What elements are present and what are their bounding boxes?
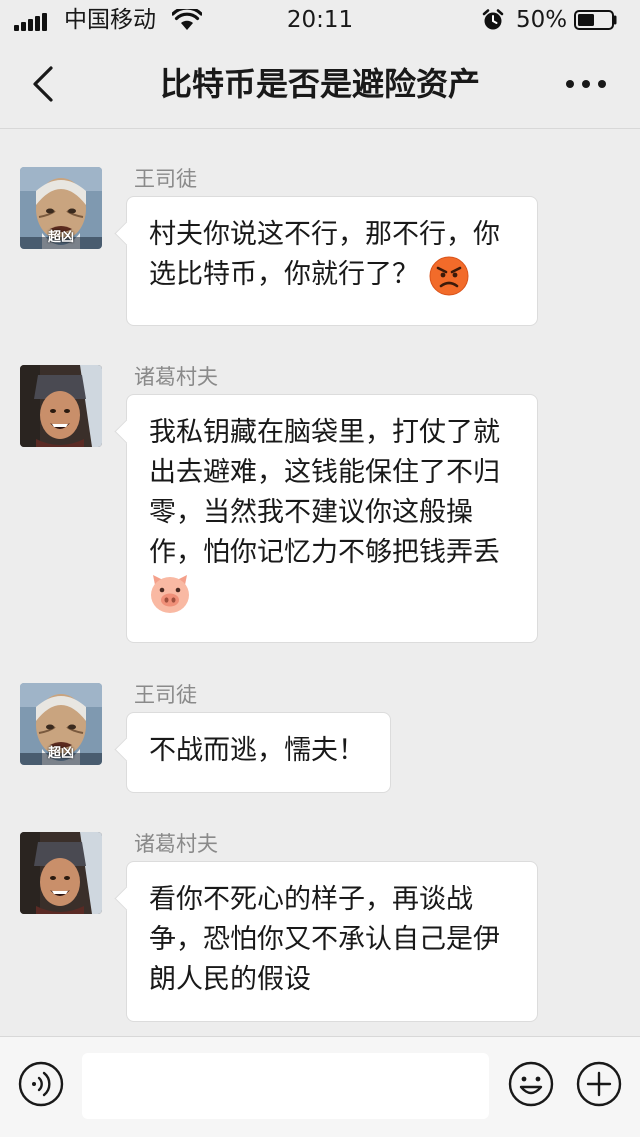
- sender-name: 王司徒: [134, 683, 197, 707]
- chat-message: 超凶 王司徒 村夫你说这不行，那不行，你选比特币，你就行了？: [0, 167, 640, 327]
- message-text: 看你不死心的样子，再谈战争，恐怕你又不承认自己是伊朗人民的假设: [149, 884, 500, 995]
- chat-message: 诸葛村夫 看你不死心的样子，再谈战争，恐怕你又不承认自己是伊朗人民的假设: [0, 832, 640, 1022]
- message-text: 不战而逃，懦夫！: [149, 735, 365, 766]
- more-dots-icon[interactable]: [560, 64, 612, 104]
- avatar-zhuge[interactable]: [20, 832, 102, 914]
- message-bubble[interactable]: 不战而逃，懦夫！: [126, 712, 391, 793]
- sender-name: 诸葛村夫: [134, 832, 218, 856]
- message-bubble[interactable]: 村夫你说这不行，那不行，你选比特币，你就行了？: [126, 196, 538, 326]
- page-title: 比特币是否是避险资产: [159, 65, 480, 103]
- voice-icon[interactable]: [18, 1061, 64, 1107]
- message-bubble[interactable]: 我私钥藏在脑袋里，打仗了就出去避难，这钱能保住了不归零，当然我不建议你这般操作，…: [126, 394, 538, 643]
- avatar-caption: 超凶: [47, 746, 74, 761]
- nav-bar: 比特币是否是避险资产: [0, 40, 640, 129]
- battery-percent: 50%: [516, 7, 568, 33]
- chat-message: 超凶 王司徒 不战而逃，懦夫！: [0, 683, 640, 793]
- sender-name: 王司徒: [134, 167, 197, 191]
- avatar-wang[interactable]: 超凶: [20, 683, 102, 765]
- input-bar: [0, 1036, 640, 1137]
- message-text-content: 我私钥藏在脑袋里，打仗了就出去避难，这钱能保住了不归零，当然我不建议你这般操作，…: [149, 417, 500, 568]
- carrier-label: 中国移动: [64, 7, 156, 33]
- alarm-icon: [482, 9, 504, 30]
- avatar-zhuge[interactable]: [20, 365, 102, 447]
- signal-icon: [14, 13, 48, 31]
- avatar-caption: 超凶: [47, 230, 74, 245]
- chevron-left-icon[interactable]: [20, 62, 64, 106]
- message-list[interactable]: 超凶 王司徒 村夫你说这不行，那不行，你选比特币，你就行了？ 诸葛村夫 我私钥藏…: [0, 129, 640, 1035]
- plus-icon[interactable]: [576, 1061, 622, 1107]
- wifi-icon: [172, 9, 202, 30]
- sender-name: 诸葛村夫: [134, 365, 218, 389]
- battery-icon: [574, 10, 617, 30]
- message-input[interactable]: [82, 1053, 489, 1119]
- avatar-wang[interactable]: 超凶: [20, 167, 102, 249]
- angry-face-emoji: [429, 256, 469, 295]
- status-bar: 中国移动 20:11 50%: [0, 0, 640, 40]
- message-text: 我私钥藏在脑袋里，打仗了就出去避难，这钱能保住了不归零，当然我不建议你这般操作，…: [149, 413, 513, 615]
- message-bubble[interactable]: 看你不死心的样子，再谈战争，恐怕你又不承认自己是伊朗人民的假设: [126, 861, 538, 1022]
- message-text: 村夫你说这不行，那不行，你选比特币，你就行了？: [149, 215, 513, 296]
- chat-message: 诸葛村夫 我私钥藏在脑袋里，打仗了就出去避难，这钱能保住了不归零，当然我不建议你…: [0, 365, 640, 645]
- pig-face-emoji: [151, 575, 189, 613]
- emoji-icon[interactable]: [508, 1061, 554, 1107]
